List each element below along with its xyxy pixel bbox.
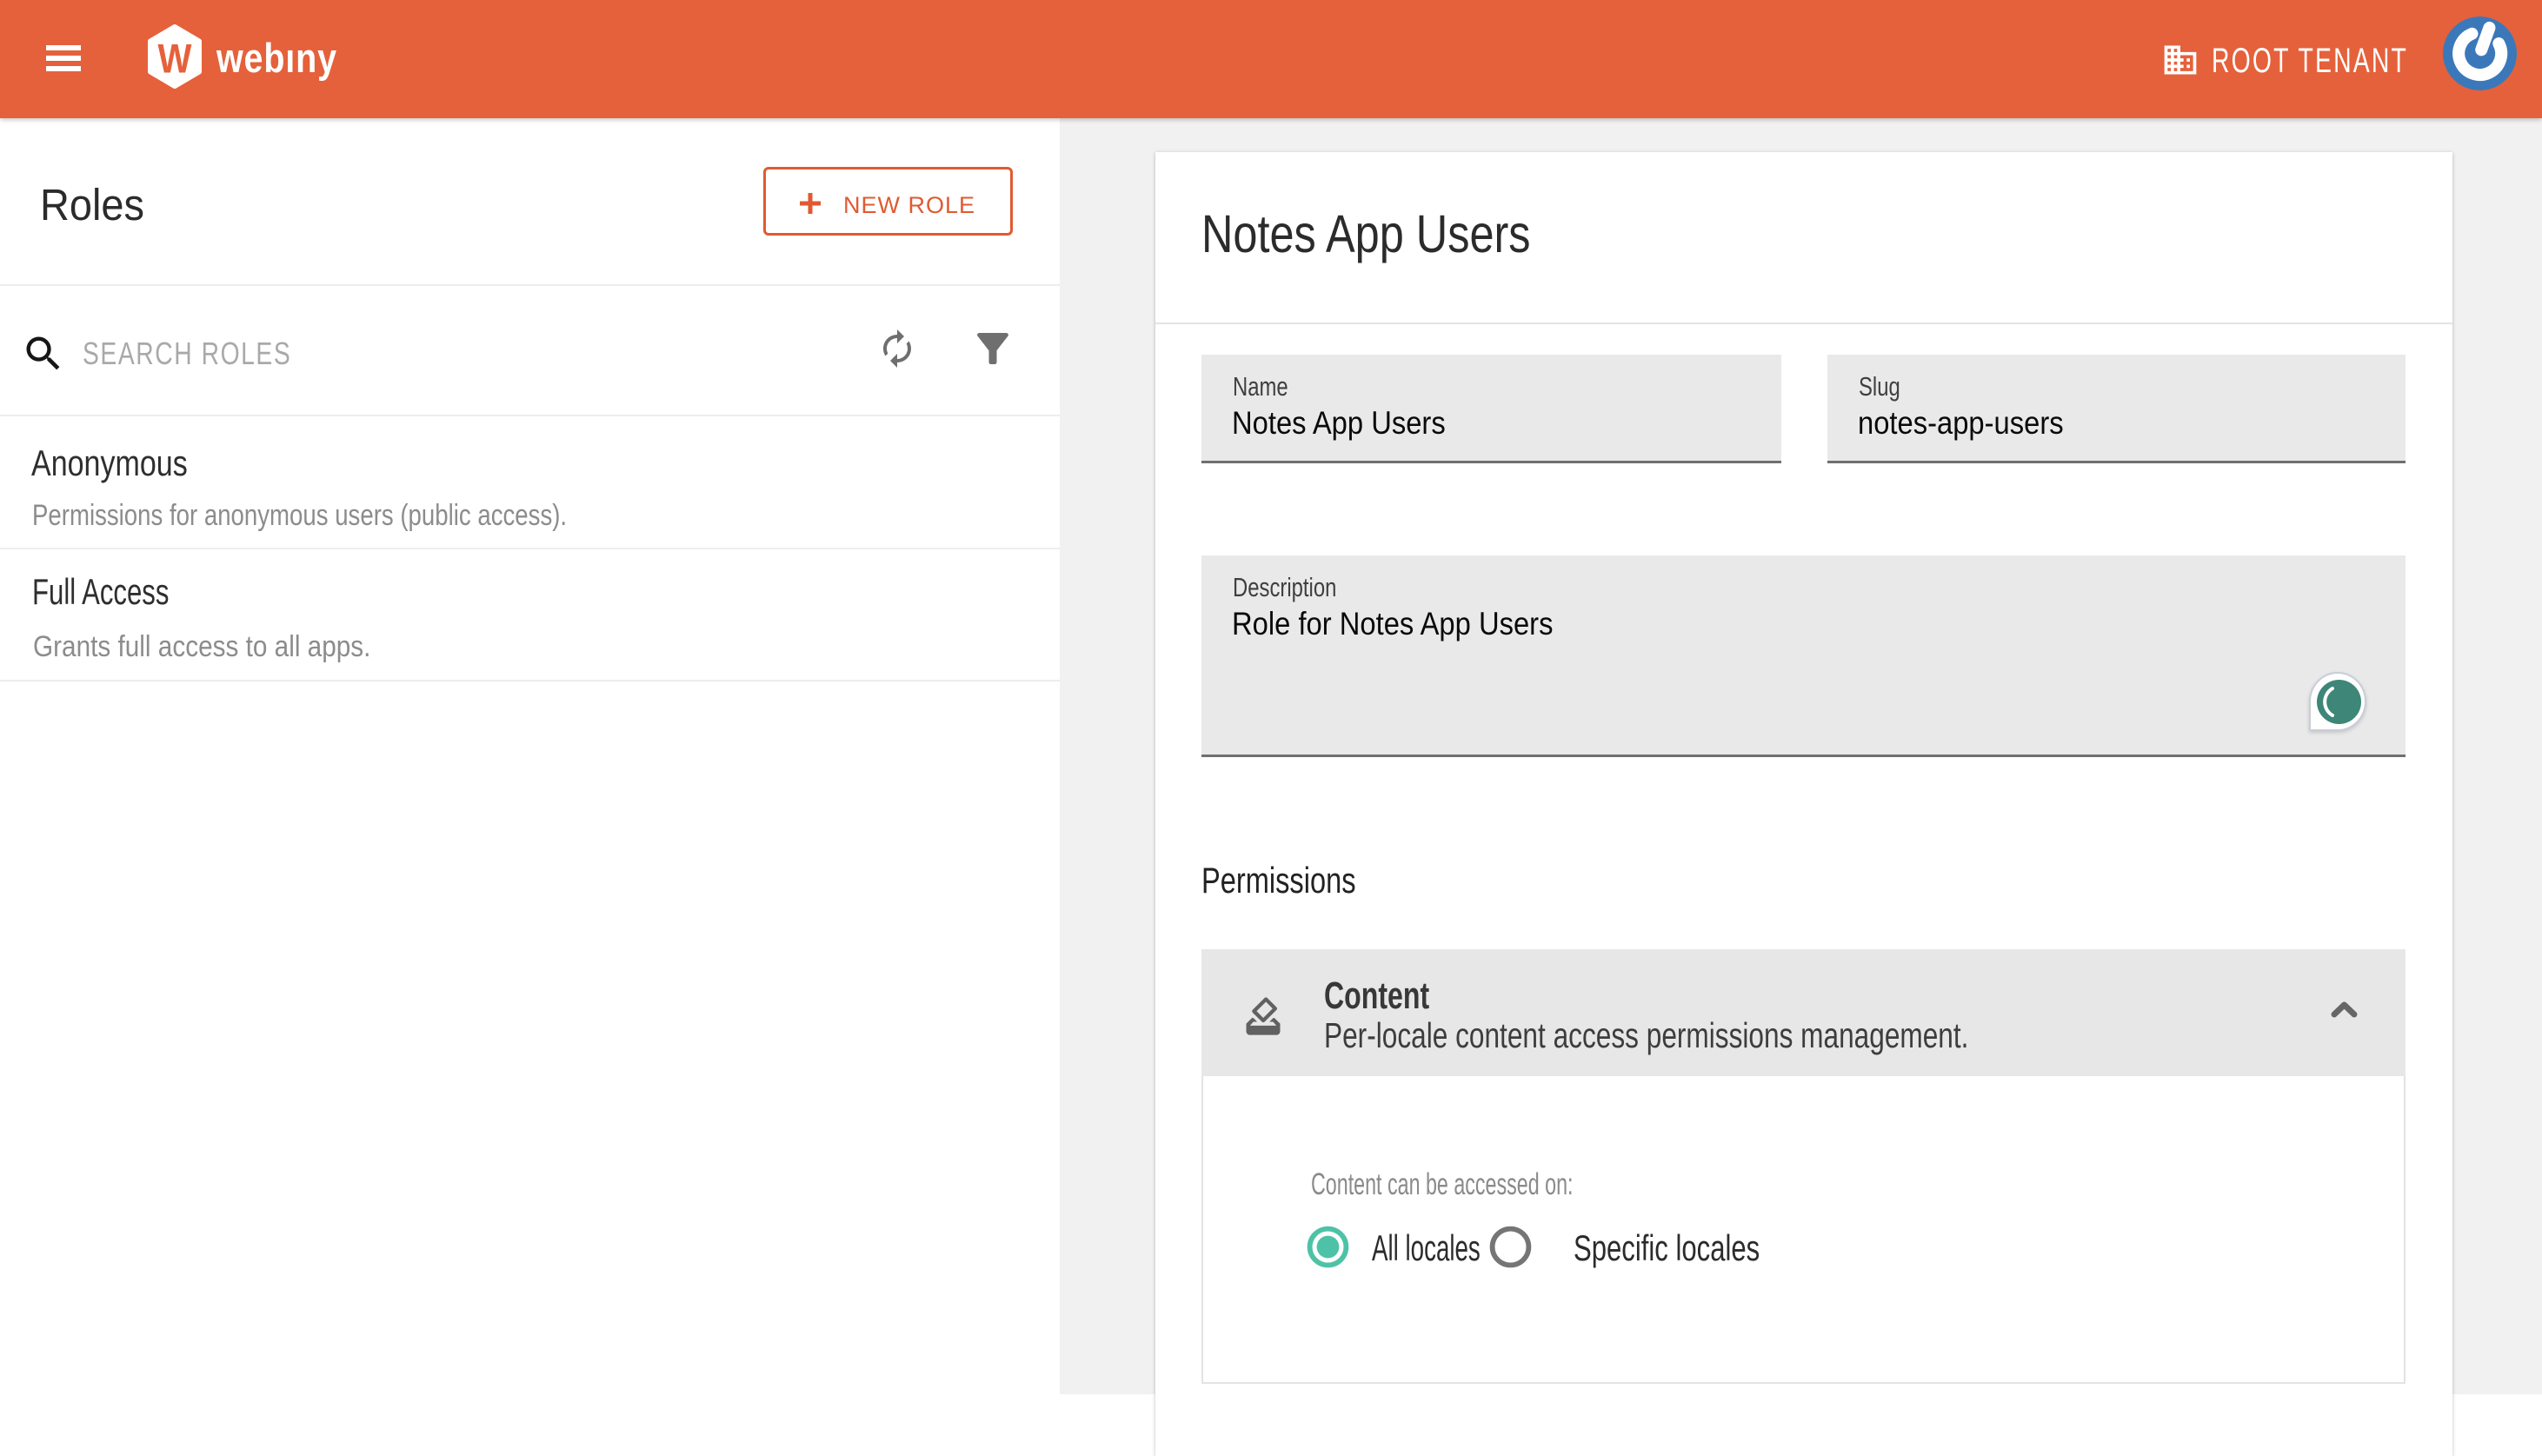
svg-text:W: W <box>158 35 193 81</box>
